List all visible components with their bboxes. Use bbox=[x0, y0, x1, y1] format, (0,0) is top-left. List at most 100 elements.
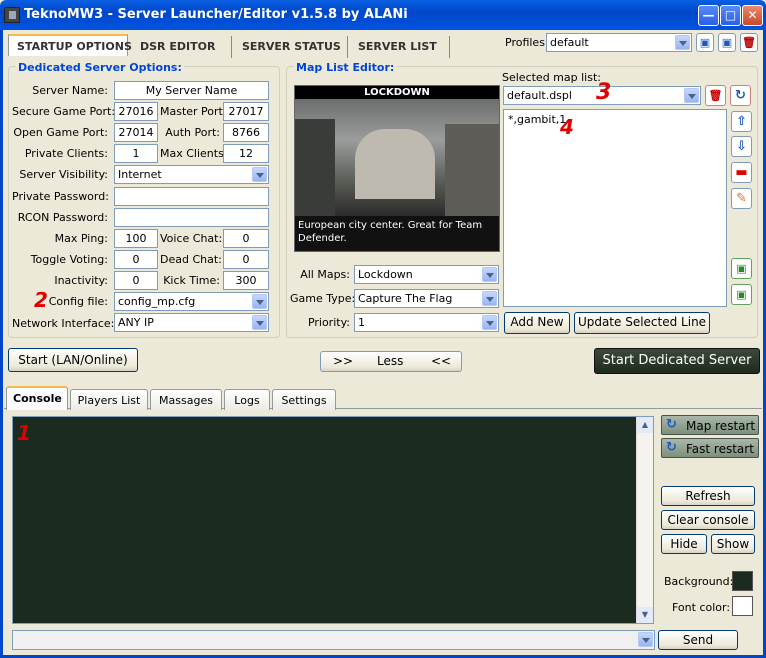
save-as-profile-button[interactable]: ▣ bbox=[718, 33, 736, 52]
background-label: Background: bbox=[664, 575, 734, 588]
refresh-map-list-button[interactable]: ↻ bbox=[730, 85, 751, 106]
game-type-label: Game Type: bbox=[290, 292, 356, 305]
delete-map-list-button[interactable]: 🗑 bbox=[705, 85, 726, 106]
priority-select[interactable]: 1 bbox=[354, 313, 499, 332]
rcon-password-input[interactable] bbox=[114, 208, 269, 227]
update-line-button[interactable]: Update Selected Line bbox=[574, 312, 710, 334]
maximize-button[interactable]: □ bbox=[720, 5, 741, 26]
game-type-select[interactable]: Capture The Flag bbox=[354, 289, 499, 308]
map-list-box[interactable]: *,gambit,1 4 bbox=[503, 109, 727, 307]
save-as-map-list-button[interactable]: ▣ bbox=[731, 284, 752, 305]
chevron-down-icon bbox=[252, 294, 267, 309]
background-color-swatch[interactable] bbox=[732, 571, 753, 591]
app-icon bbox=[4, 7, 20, 23]
move-down-button[interactable]: ⇩ bbox=[731, 136, 752, 157]
selected-map-list-value: default.dspl bbox=[507, 89, 572, 102]
scroll-up-icon[interactable]: ▲ bbox=[637, 417, 653, 433]
console-output[interactable]: 1 ▲ ▼ bbox=[12, 416, 654, 624]
start-dedicated-button[interactable]: Start Dedicated Server bbox=[594, 348, 760, 374]
visibility-value: Internet bbox=[118, 168, 162, 181]
max-ping-input[interactable]: 100 bbox=[114, 229, 158, 248]
dead-chat-input[interactable]: 0 bbox=[223, 250, 269, 269]
less-toggle-button[interactable]: >> Less << bbox=[320, 351, 462, 372]
tab-logs[interactable]: Logs bbox=[224, 389, 270, 410]
config-file-select[interactable]: config_mp.cfg bbox=[114, 292, 269, 311]
tab-server-status[interactable]: SERVER STATUS bbox=[234, 36, 348, 58]
profiles-select[interactable]: default bbox=[546, 33, 692, 52]
map-list-entry[interactable]: *,gambit,1 bbox=[508, 113, 566, 126]
toggle-voting-input[interactable]: 0 bbox=[114, 250, 158, 269]
dedicated-server-title: Dedicated Server Options: bbox=[16, 61, 184, 74]
save-profile-button[interactable]: ▣ bbox=[696, 33, 714, 52]
inactivity-input[interactable]: 0 bbox=[114, 271, 158, 290]
console-scrollbar[interactable]: ▲ ▼ bbox=[636, 417, 653, 623]
voice-chat-input[interactable]: 0 bbox=[223, 229, 269, 248]
add-new-button[interactable]: Add New bbox=[504, 312, 570, 334]
refresh-icon: ↻ bbox=[666, 417, 677, 432]
close-button[interactable]: ✕ bbox=[742, 5, 763, 26]
chevron-down-icon bbox=[252, 315, 267, 330]
building-shape bbox=[355, 129, 435, 199]
open-port-label: Open Game Port: bbox=[13, 126, 108, 139]
private-password-label: Private Password: bbox=[12, 190, 109, 203]
priority-label: Priority: bbox=[307, 316, 350, 329]
save-map-list-button[interactable]: ▣ bbox=[731, 258, 752, 279]
open-port-input[interactable]: 27014 bbox=[114, 123, 158, 142]
scroll-down-icon[interactable]: ▼ bbox=[637, 607, 653, 623]
secure-port-input[interactable]: 27016 bbox=[114, 102, 158, 121]
refresh-icon: ↻ bbox=[666, 440, 677, 455]
less-label: Less bbox=[377, 354, 404, 368]
tab-dsr-editor[interactable]: DSR EDITOR bbox=[132, 36, 232, 58]
refresh-button[interactable]: Refresh bbox=[661, 486, 755, 506]
map-preview-image bbox=[295, 99, 499, 216]
delete-profile-button[interactable]: 🗑 bbox=[740, 33, 758, 52]
config-file-value: config_mp.cfg bbox=[118, 295, 196, 308]
kick-time-label: Kick Time: bbox=[163, 274, 220, 287]
minimize-button[interactable]: — bbox=[698, 5, 719, 26]
map-restart-button[interactable]: ↻ Map restart bbox=[661, 415, 759, 435]
close-icon: ✕ bbox=[747, 8, 758, 22]
trash-icon: 🗑 bbox=[708, 89, 723, 102]
tab-console[interactable]: Console bbox=[6, 386, 68, 410]
move-up-button[interactable]: ⇧ bbox=[731, 111, 752, 132]
profiles-label: Profiles: bbox=[505, 36, 549, 49]
map-restart-label: Map restart bbox=[686, 419, 756, 433]
send-button[interactable]: Send bbox=[658, 630, 738, 650]
font-color-label: Font color: bbox=[672, 601, 731, 614]
chevron-down-icon bbox=[482, 315, 497, 330]
tab-players-list[interactable]: Players List bbox=[70, 389, 148, 410]
arrow-down-icon: ⇩ bbox=[736, 139, 747, 154]
start-lan-button[interactable]: Start (LAN/Online) bbox=[8, 348, 138, 372]
visibility-select[interactable]: Internet bbox=[114, 165, 269, 184]
font-color-swatch[interactable] bbox=[732, 596, 753, 616]
trash-icon: 🗑 bbox=[742, 36, 756, 49]
fast-restart-button[interactable]: ↻ Fast restart bbox=[661, 438, 759, 458]
clear-console-button[interactable]: Clear console bbox=[661, 510, 755, 530]
disk-edit-icon: ▣ bbox=[721, 36, 733, 49]
master-port-input[interactable]: 27017 bbox=[223, 102, 269, 121]
dead-chat-label: Dead Chat: bbox=[160, 253, 222, 266]
auth-port-input[interactable]: 8766 bbox=[223, 123, 269, 142]
tab-settings[interactable]: Settings bbox=[272, 389, 336, 410]
private-clients-input[interactable]: 1 bbox=[114, 144, 158, 163]
tab-massages[interactable]: Massages bbox=[150, 389, 222, 410]
toggle-voting-label: Toggle Voting: bbox=[30, 253, 108, 266]
private-password-input[interactable] bbox=[114, 187, 269, 206]
chevron-down-icon bbox=[482, 267, 497, 282]
refresh-icon: ↻ bbox=[735, 88, 746, 103]
all-maps-select[interactable]: Lockdown bbox=[354, 265, 499, 284]
eraser-icon: ✎ bbox=[736, 191, 747, 206]
tab-server-list[interactable]: SERVER LIST bbox=[350, 36, 450, 58]
max-clients-input[interactable]: 12 bbox=[223, 144, 269, 163]
tab-startup-options[interactable]: STARTUP OPTIONS bbox=[8, 34, 132, 56]
server-name-input[interactable]: My Server Name bbox=[114, 81, 269, 100]
network-interface-select[interactable]: ANY IP bbox=[114, 313, 269, 332]
command-input[interactable] bbox=[12, 630, 655, 650]
show-button[interactable]: Show bbox=[711, 534, 755, 554]
remove-line-button[interactable]: ▬ bbox=[731, 162, 752, 183]
chevron-down-icon bbox=[638, 632, 653, 647]
expand-arrows-icon: >> bbox=[333, 354, 354, 368]
hide-button[interactable]: Hide bbox=[661, 534, 707, 554]
kick-time-input[interactable]: 300 bbox=[223, 271, 269, 290]
edit-line-button[interactable]: ✎ bbox=[731, 188, 752, 209]
